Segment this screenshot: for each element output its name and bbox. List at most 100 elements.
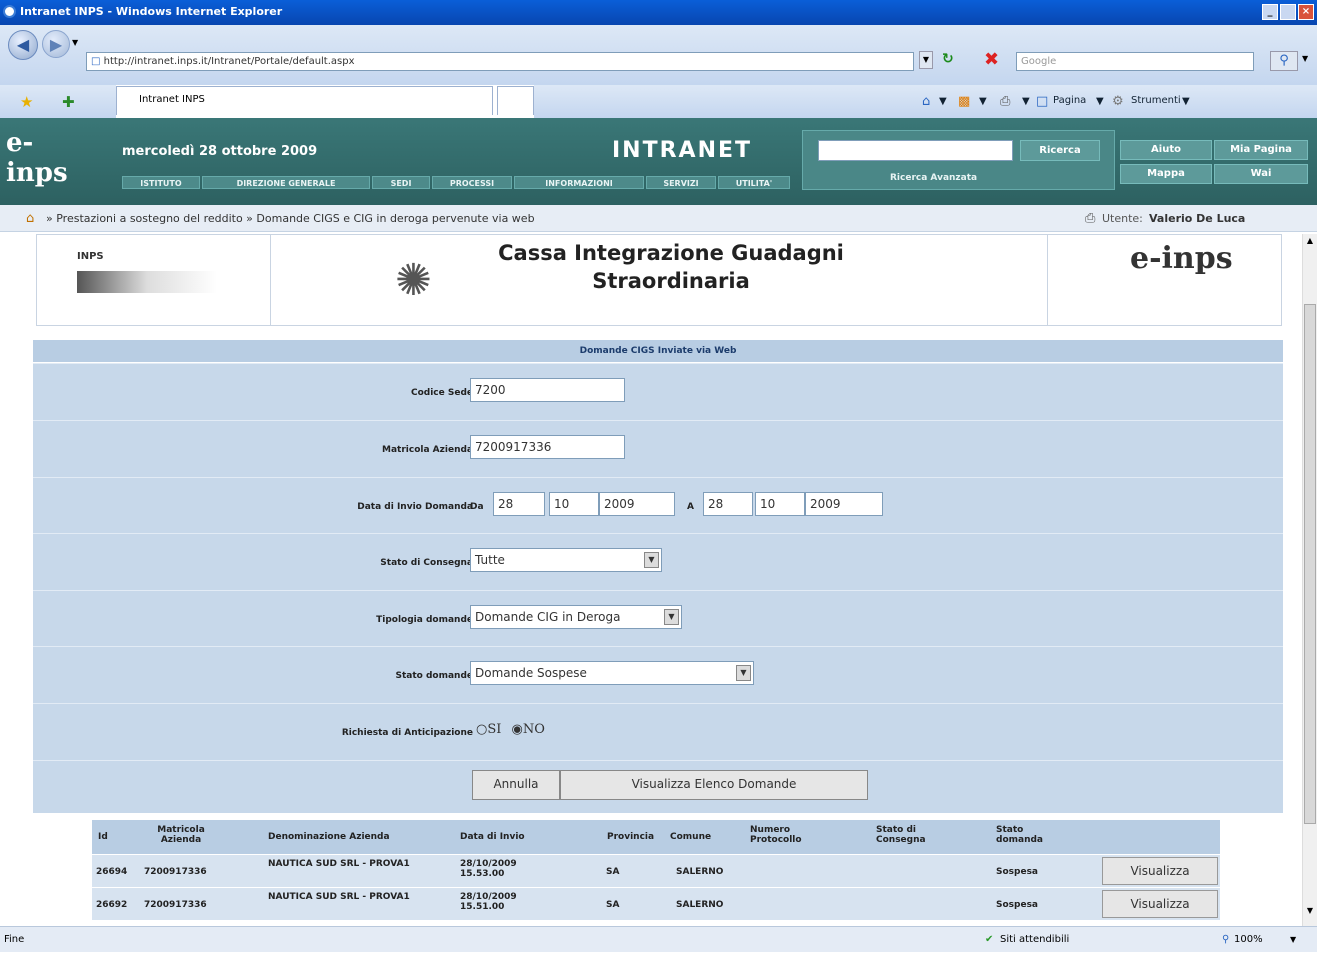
tools-gear-icon: ⚙	[1112, 94, 1124, 109]
cell-provincia: SA	[606, 900, 620, 910]
home-icon[interactable]: ⌂	[922, 93, 930, 111]
nav-utilita[interactable]: UTILITA'	[718, 176, 790, 189]
stato-consegna-select[interactable]: Tutte ▼	[470, 548, 662, 572]
feeds-dropdown-icon[interactable]: ▼	[979, 96, 987, 107]
col-matricola: Matricola Azienda	[157, 825, 205, 845]
address-dropdown-icon[interactable]: ▼	[919, 51, 933, 69]
cell-data: 28/10/2009 15.51.00	[460, 892, 517, 912]
home-dropdown-icon[interactable]: ▼	[939, 96, 947, 107]
advanced-search-link[interactable]: Ricerca Avanzata	[890, 173, 977, 183]
new-tab-button[interactable]	[497, 86, 534, 115]
help-button[interactable]: Aiuto	[1120, 140, 1212, 160]
einps-logo-right: e-inps	[1130, 241, 1233, 276]
tipologia-select[interactable]: Domande CIG in Deroga ▼	[470, 605, 682, 629]
site-header: e-inps mercoledì 28 ottobre 2009 INTRANE…	[0, 118, 1317, 205]
page-scrollbar[interactable]: ▲ ▼	[1302, 234, 1317, 926]
wai-button[interactable]: Wai	[1214, 164, 1308, 184]
anticipazione-label: Richiesta di Anticipazione	[341, 728, 473, 738]
zoom-level[interactable]: 100%	[1234, 927, 1263, 953]
stato-consegna-value: Tutte	[475, 553, 505, 567]
address-bar[interactable]: □ http://intranet.inps.it/Intranet/Porta…	[86, 52, 914, 71]
data-invio-label: Data di Invio Domanda	[357, 502, 473, 512]
search-button[interactable]: ⚲	[1270, 51, 1298, 71]
nav-direzione-generale[interactable]: DIREZIONE GENERALE	[202, 176, 370, 189]
banner-title: Cassa Integrazione Guadagni Straordinari…	[431, 239, 911, 295]
favorites-center-icon[interactable]: ★	[20, 93, 33, 111]
tools-dropdown-icon[interactable]: ▼	[1182, 96, 1190, 107]
cell-matricola: 7200917336	[144, 867, 207, 877]
row-anticipazione: Richiesta di Anticipazione ○SI ◉NO	[33, 703, 1283, 760]
back-button[interactable]: ◀	[8, 30, 38, 60]
nav-sedi[interactable]: SEDI	[372, 176, 430, 189]
to-month-input[interactable]: 10	[755, 492, 805, 516]
search-input[interactable]: Google	[1016, 52, 1254, 71]
matricola-input[interactable]: 7200917336	[470, 435, 625, 459]
inps-logo-cell: INPS	[37, 235, 271, 325]
radio-no[interactable]: ◉	[512, 722, 523, 737]
to-day-input[interactable]: 28	[703, 492, 753, 516]
print-dropdown-icon[interactable]: ▼	[1022, 96, 1030, 107]
tab-intranet-inps[interactable]: Intranet INPS	[116, 86, 493, 115]
cell-id: 26694	[96, 867, 128, 877]
annulla-button[interactable]: Annulla	[472, 770, 560, 800]
chevron-down-icon[interactable]: ▼	[644, 552, 659, 568]
zoom-icon[interactable]: ⚲	[1222, 927, 1229, 953]
codice-sede-input[interactable]: 7200	[470, 378, 625, 402]
stato-consegna-label: Stato di Consegna	[380, 558, 473, 568]
stop-icon[interactable]: ✖	[984, 49, 999, 70]
breadcrumb: ⌂ » Prestazioni a sostegno del reddito »…	[0, 205, 1317, 232]
intranet-title: INTRANET	[612, 138, 753, 163]
search-button[interactable]: Ricerca	[1020, 140, 1100, 161]
cell-data: 28/10/2009 15.53.00	[460, 859, 517, 879]
stato-domande-select[interactable]: Domande Sospese ▼	[470, 661, 754, 685]
results-table-header: Id Matricola Azienda Denominazione Azien…	[92, 820, 1220, 854]
add-to-favorites-icon[interactable]: ✚	[62, 93, 75, 111]
visualizza-elenco-button[interactable]: Visualizza Elenco Domande	[560, 770, 868, 800]
scroll-down-icon[interactable]: ▼	[1304, 906, 1316, 920]
cell-stato: Sospesa	[996, 867, 1038, 877]
row-codice-sede: Codice Sede 7200	[33, 363, 1283, 420]
close-button[interactable]: ×	[1298, 4, 1314, 20]
print-icon[interactable]: ⎙	[1085, 205, 1095, 232]
visualizza-button[interactable]: Visualizza	[1102, 857, 1218, 885]
my-page-button[interactable]: Mia Pagina	[1214, 140, 1308, 160]
chevron-down-icon[interactable]: ▼	[736, 665, 751, 681]
chevron-down-icon[interactable]: ▼	[664, 609, 679, 625]
cell-provincia: SA	[606, 867, 620, 877]
from-year-input[interactable]: 2009	[599, 492, 675, 516]
nav-informazioni[interactable]: INFORMAZIONI	[514, 176, 644, 189]
print-icon[interactable]: ⎙	[1000, 93, 1010, 111]
radio-si[interactable]: ○	[476, 722, 487, 737]
scroll-up-icon[interactable]: ▲	[1304, 236, 1316, 250]
search-options-icon[interactable]: ▼	[1302, 54, 1308, 63]
page-menu-dropdown-icon[interactable]: ▼	[1096, 96, 1104, 107]
forward-button[interactable]: ▶	[42, 30, 70, 58]
site-map-button[interactable]: Mappa	[1120, 164, 1212, 184]
feeds-icon[interactable]: ▩	[958, 93, 970, 111]
banner-title-line2: Straordinaria	[592, 269, 750, 293]
site-search-input[interactable]	[818, 140, 1013, 161]
to-year-input[interactable]: 2009	[805, 492, 883, 516]
stato-domande-value: Domande Sospese	[475, 666, 587, 680]
nav-servizi[interactable]: SERVIZI	[646, 176, 716, 189]
tools-menu[interactable]: Strumenti	[1131, 95, 1181, 106]
da-label: Da	[470, 502, 484, 512]
visualizza-button[interactable]: Visualizza	[1102, 890, 1218, 918]
home-icon[interactable]: ⌂	[26, 205, 34, 232]
scroll-thumb[interactable]	[1304, 304, 1316, 824]
refresh-icon[interactable]: ↻	[942, 51, 954, 67]
page-icon: □	[1036, 94, 1049, 109]
minimize-button[interactable]: _	[1262, 4, 1278, 20]
einps-logo[interactable]: e-inps	[6, 128, 68, 188]
col-data: Data di Invio	[460, 832, 525, 842]
nav-istituto[interactable]: ISTITUTO	[122, 176, 200, 189]
history-dropdown-icon[interactable]: ▼	[72, 38, 78, 47]
browser-toolbar: ◀ ▶ ▼ □ http://intranet.inps.it/Intranet…	[0, 25, 1317, 107]
nav-processi[interactable]: PROCESSI	[432, 176, 512, 189]
maximize-icon[interactable]	[1280, 4, 1296, 20]
from-day-input[interactable]: 28	[493, 492, 545, 516]
zoom-dropdown-icon[interactable]: ▼	[1290, 927, 1296, 953]
from-month-input[interactable]: 10	[549, 492, 599, 516]
breadcrumb-text[interactable]: » Prestazioni a sostegno del reddito » D…	[46, 205, 535, 232]
page-menu[interactable]: Pagina	[1053, 95, 1086, 106]
